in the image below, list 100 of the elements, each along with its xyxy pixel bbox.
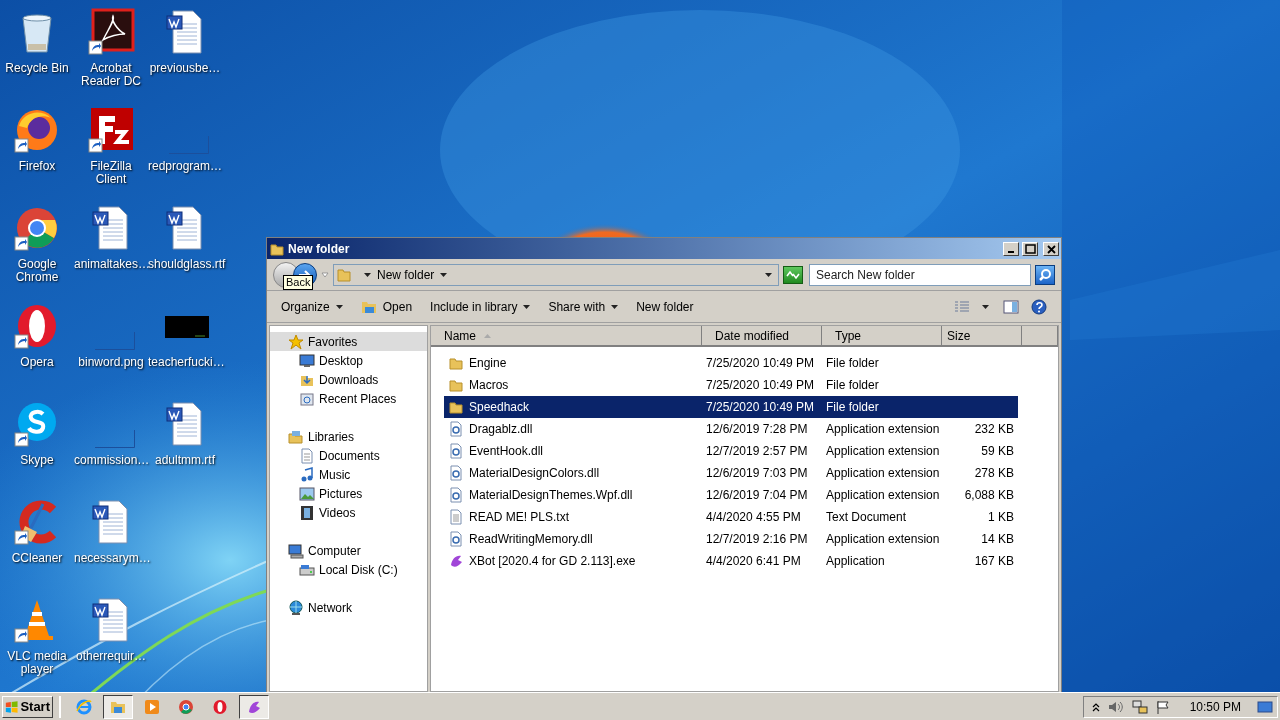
file-row[interactable]: MaterialDesignColors.dll 12/6/2019 7:03 PM Application extension 278 KB — [444, 462, 1018, 484]
toolbar-button[interactable]: Organize — [273, 294, 351, 319]
ftp-app-icon — [87, 106, 135, 154]
desktop-icon[interactable]: adultmm.rtf — [148, 398, 222, 467]
maximize-icon — [1023, 242, 1037, 255]
file-row[interactable]: Macros 7/25/2020 10:49 PM File folder — [444, 374, 1018, 396]
nav-item[interactable]: Local Disk (C:) — [270, 560, 427, 579]
date-modified: 7/25/2020 10:49 PM — [705, 377, 816, 394]
nav-item[interactable]: Computer — [270, 541, 427, 560]
nav-item[interactable]: Libraries — [270, 427, 427, 446]
search-field[interactable]: Search New folder — [809, 263, 1031, 286]
file-name: Speedhack — [469, 399, 530, 416]
desktop-icon[interactable]: commission… — [74, 398, 148, 467]
close-icon — [1044, 242, 1058, 255]
file-row[interactable]: MaterialDesignThemes.Wpf.dll 12/6/2019 7:04 PM Application extension 6,088 KB — [444, 484, 1018, 506]
desktop-icon[interactable]: VLC media player — [0, 594, 74, 676]
taskbar-app-button[interactable] — [103, 694, 133, 719]
desktop-icon[interactable]: Skype — [0, 398, 74, 467]
desktop-icon[interactable]: CCleaner — [0, 496, 74, 565]
address-dropdown-icon — [765, 272, 772, 277]
desktop-icon[interactable]: Google Chrome — [0, 202, 74, 284]
breadcrumb-caret-icon — [364, 272, 371, 277]
desktop-icon[interactable]: teacherfucki… — [148, 300, 222, 369]
preview-pane-icon — [1003, 299, 1019, 314]
nav-item[interactable]: Desktop — [270, 351, 427, 370]
clock: 10:50 PM — [1189, 698, 1241, 716]
desktop-icon[interactable]: FileZilla Client — [74, 104, 148, 186]
image-thumbnail-icon — [95, 332, 135, 350]
nav-item[interactable]: Favorites — [270, 332, 427, 351]
column-header[interactable]: Type — [822, 326, 942, 345]
desktop-icon[interactable]: animaltakes… — [74, 202, 148, 271]
date-modified: 12/6/2019 7:28 PM — [705, 421, 809, 438]
search-button[interactable] — [1035, 264, 1055, 285]
column-header[interactable]: Size — [942, 326, 1022, 345]
start-button[interactable]: Start — [2, 695, 53, 718]
speaker-icon — [1107, 699, 1124, 714]
browser-icon — [178, 698, 194, 715]
address-bar[interactable]: New folder — [333, 263, 779, 286]
gear-file-icon — [448, 443, 464, 459]
close-button[interactable] — [1043, 241, 1059, 256]
film-icon — [299, 504, 315, 521]
star-icon — [288, 333, 304, 350]
date-modified: 12/7/2019 2:57 PM — [705, 443, 809, 460]
file-name: Macros — [469, 377, 509, 394]
desktop-icon[interactable]: previousbe… — [148, 6, 222, 75]
desktop-icon[interactable]: Opera — [0, 300, 74, 369]
caret-icon — [982, 304, 989, 309]
nav-item[interactable]: Music — [270, 465, 427, 484]
folder-icon — [448, 377, 464, 393]
toolbar-button[interactable]: Open — [352, 294, 421, 319]
windows-logo-icon — [5, 698, 19, 715]
nav-item[interactable]: Recent Places — [270, 389, 427, 408]
toolbar-button[interactable]: New folder — [628, 294, 702, 319]
caret-icon — [523, 304, 531, 309]
column-header[interactable]: Name — [431, 326, 702, 345]
taskbar-app-button[interactable] — [239, 694, 269, 719]
document-icon — [299, 447, 315, 464]
nav-item[interactable]: Pictures — [270, 484, 427, 503]
nav-item[interactable]: Documents — [270, 446, 427, 465]
desktop-icon[interactable]: Acrobat Reader DC — [74, 6, 148, 88]
file-row[interactable]: Speedhack 7/25/2020 10:49 PM File folder — [444, 396, 1018, 418]
file-name: Dragablz.dll — [469, 421, 533, 438]
file-size: 1 KB — [987, 509, 1015, 526]
desktop-icon[interactable]: redprogram… — [148, 104, 222, 173]
file-row[interactable]: ReadWritingMemory.dll 12/7/2019 2:16 PM Application extension 14 KB — [444, 528, 1018, 550]
file-row[interactable]: XBot [2020.4 for GD 2.113].exe 4/4/2020 6:41 PM Application 167 KB — [444, 550, 1018, 572]
desktop-icon[interactable]: Firefox — [0, 104, 74, 173]
folder-icon — [448, 399, 464, 415]
minimize-button[interactable] — [1003, 241, 1019, 256]
library-icon — [288, 428, 304, 445]
sort-arrow-icon — [484, 333, 491, 338]
nav-item[interactable]: Network — [270, 598, 427, 617]
desktop-icon[interactable]: binword.png — [74, 300, 148, 369]
picture-icon — [299, 485, 315, 502]
history-caret-icon — [321, 271, 329, 278]
network-globe-icon — [288, 599, 304, 616]
toolbar-button[interactable]: Include in library — [422, 294, 539, 319]
help-icon — [1031, 298, 1047, 315]
file-row[interactable]: READ ME! PLS.txt 4/4/2020 4:55 PM Text Document 1 KB — [444, 506, 1018, 528]
file-row[interactable]: Dragablz.dll 12/6/2019 7:28 PM Application extension 232 KB — [444, 418, 1018, 440]
refresh-button[interactable] — [783, 265, 803, 284]
file-size: 278 KB — [973, 465, 1015, 482]
nav-item[interactable]: Downloads — [270, 370, 427, 389]
nav-item[interactable]: Videos — [270, 503, 427, 522]
column-header[interactable]: Date modified — [702, 326, 822, 345]
file-row[interactable]: Engine 7/25/2020 10:49 PM File folder — [444, 352, 1018, 374]
maximize-button[interactable] — [1022, 241, 1038, 256]
toolbar-button[interactable]: Share with — [540, 294, 627, 319]
desktop-icon[interactable]: Recycle Bin — [0, 6, 74, 75]
file-size: 14 KB — [980, 531, 1015, 548]
date-modified: 12/6/2019 7:04 PM — [705, 487, 809, 504]
file-type: File folder — [825, 355, 880, 372]
image-thumbnail-icon — [95, 430, 135, 448]
file-type: Application extension — [825, 531, 941, 548]
file-row[interactable]: EventHook.dll 12/7/2019 2:57 PM Application extension 59 KB — [444, 440, 1018, 462]
date-modified: 4/4/2020 6:41 PM — [705, 553, 802, 570]
details-view-icon — [954, 299, 970, 314]
refresh-icon — [786, 269, 800, 280]
file-name: Engine — [469, 355, 507, 372]
caret-icon — [611, 304, 619, 309]
